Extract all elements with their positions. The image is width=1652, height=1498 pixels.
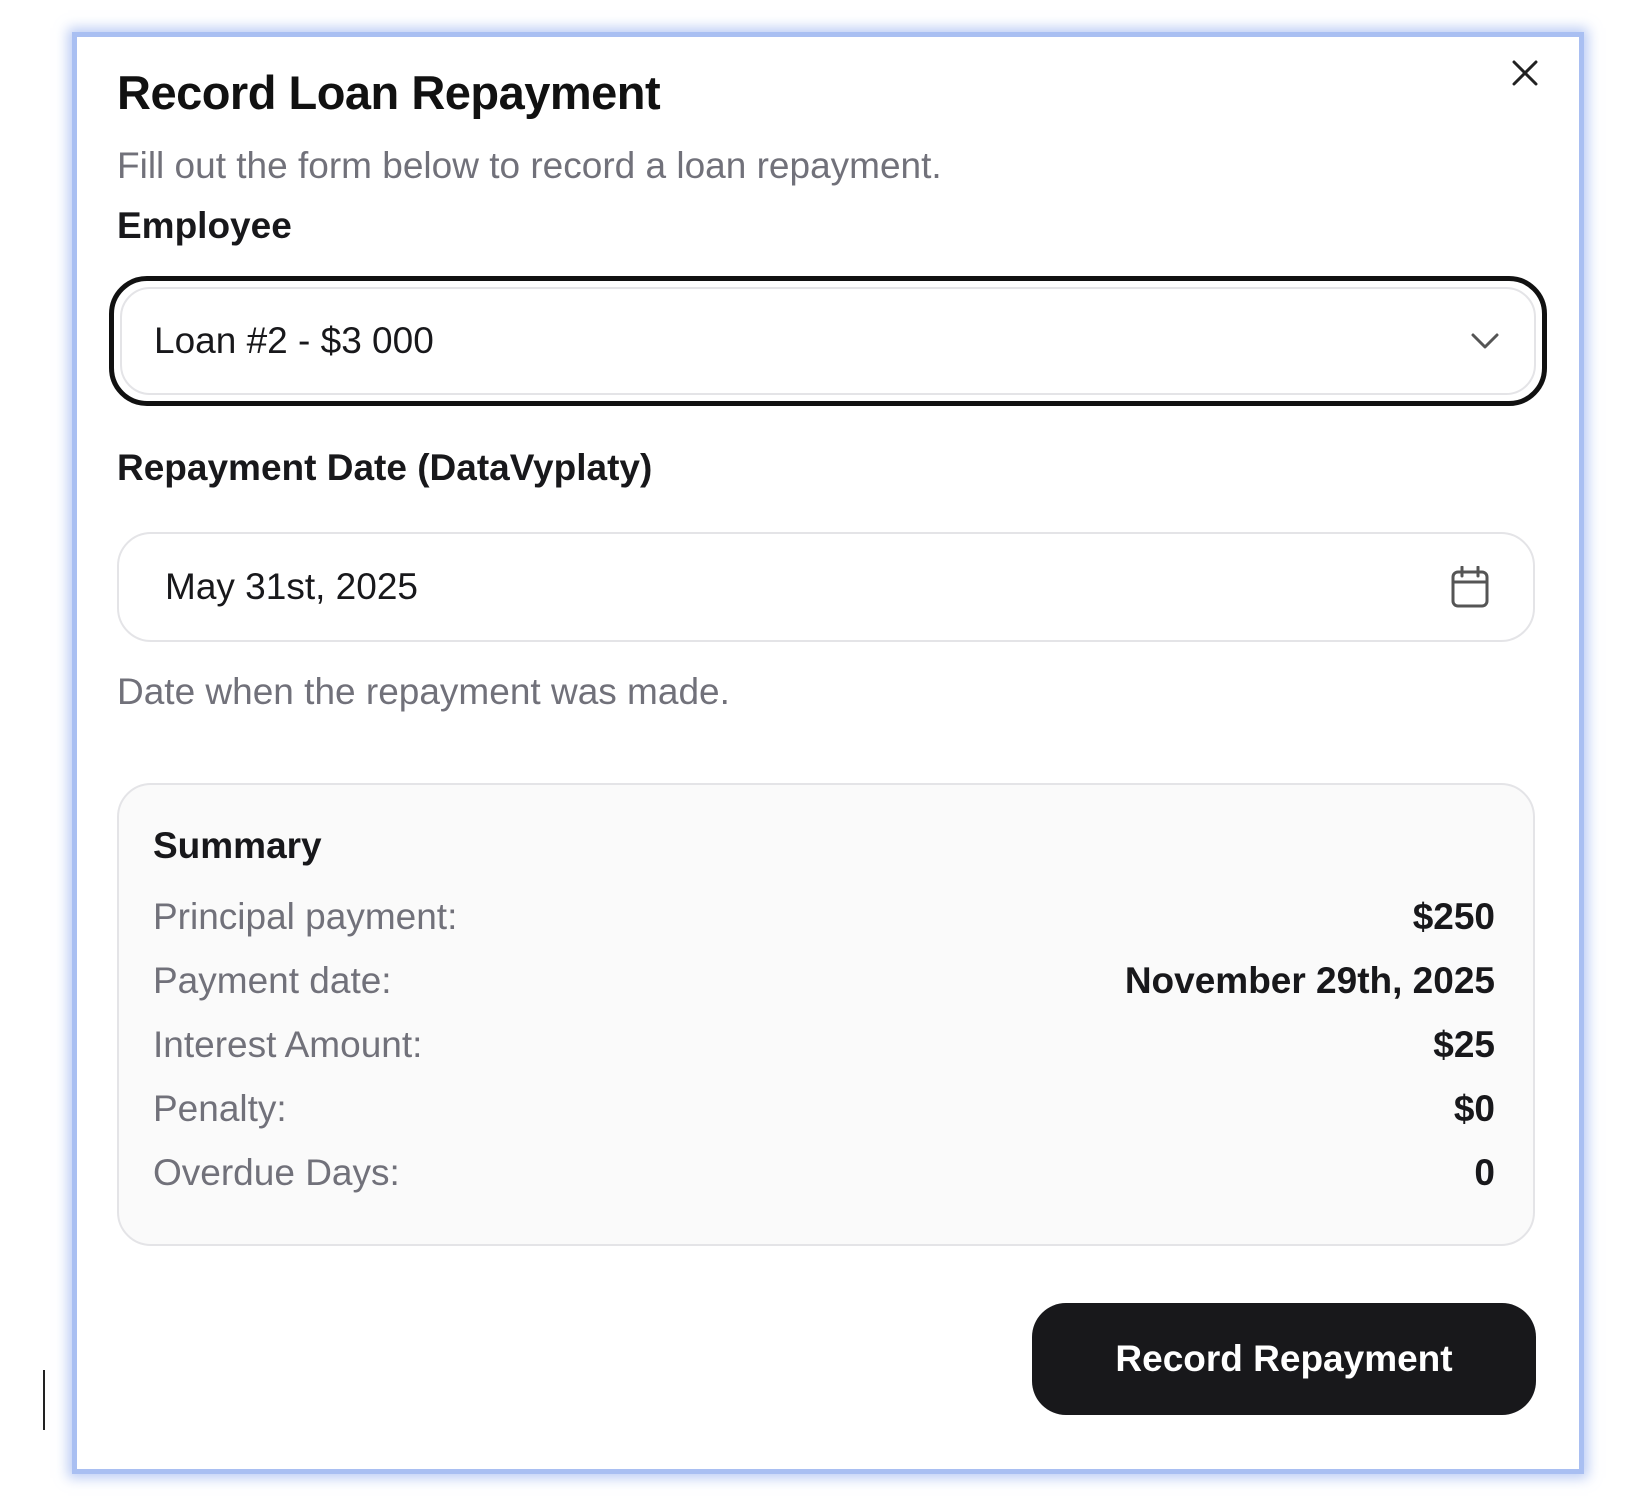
summary-row-label: Principal payment: (153, 896, 458, 937)
dialog-description: Fill out the form below to record a loan… (117, 145, 942, 186)
repayment-date-label: Repayment Date (DataVyplaty) (117, 447, 653, 488)
employee-select-value: Loan #2 - $3 000 (154, 320, 434, 361)
employee-select-trigger[interactable]: Loan #2 - $3 000 (120, 287, 1536, 395)
summary-row-interest: Interest Amount: $25 (153, 1021, 1495, 1069)
summary-row-principal: Principal payment: $250 (153, 893, 1495, 941)
summary-row-value: $25 (1433, 1024, 1495, 1065)
repayment-date-value: May 31st, 2025 (165, 566, 418, 607)
summary-card: Summary Principal payment: $250 Payment … (117, 783, 1535, 1246)
record-loan-repayment-dialog: Record Loan Repayment Fill out the form … (72, 32, 1584, 1474)
calendar-icon (1451, 566, 1489, 608)
text-cursor (43, 1370, 45, 1430)
employee-label: Employee (117, 205, 292, 246)
repayment-date-helper: Date when the repayment was made. (117, 671, 730, 712)
summary-row-value: $0 (1453, 1088, 1495, 1129)
summary-row-value: November 29th, 2025 (1124, 960, 1495, 1001)
dialog-title: Record Loan Repayment (117, 66, 661, 119)
summary-row-overdue-days: Overdue Days: 0 (153, 1149, 1495, 1197)
summary-row-label: Penalty: (153, 1088, 287, 1129)
summary-row-label: Overdue Days: (153, 1152, 400, 1193)
summary-row-value: 0 (1474, 1152, 1495, 1193)
summary-row-penalty: Penalty: $0 (153, 1085, 1495, 1133)
record-repayment-button[interactable]: Record Repayment (1032, 1303, 1536, 1415)
summary-row-label: Payment date: (153, 960, 392, 1001)
summary-title: Summary (153, 825, 322, 866)
employee-select[interactable]: Loan #2 - $3 000 (109, 276, 1547, 406)
summary-row-label: Interest Amount: (153, 1024, 423, 1065)
summary-row-value: $250 (1412, 896, 1495, 937)
close-icon (1512, 60, 1538, 86)
chevron-down-icon (1471, 333, 1499, 349)
close-button[interactable] (1505, 53, 1545, 93)
repayment-date-picker[interactable]: May 31st, 2025 (117, 532, 1535, 642)
summary-row-payment-date: Payment date: November 29th, 2025 (153, 957, 1495, 1005)
